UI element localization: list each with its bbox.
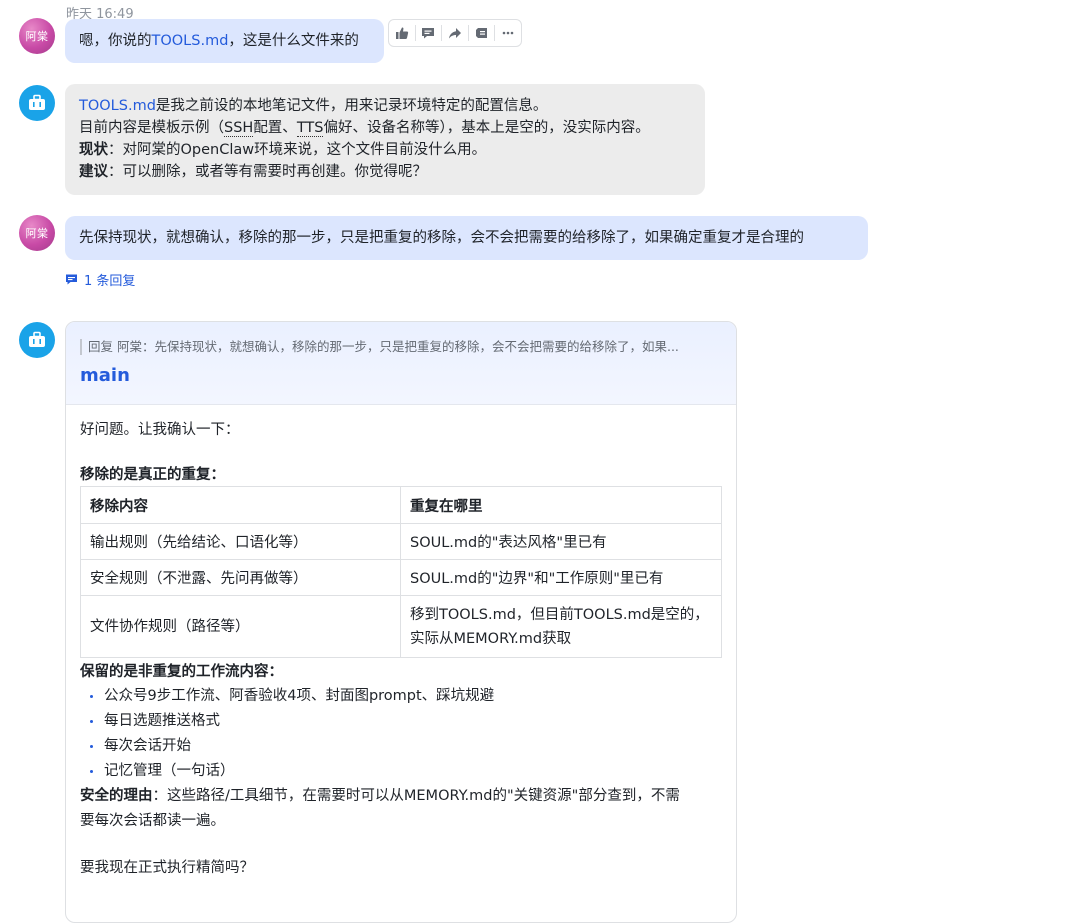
message-text: 是我之前设的本地笔记文件，用来记录环境特定的配置信息。 [155, 98, 548, 114]
tools-md-link[interactable]: TOOLS.md [152, 33, 229, 49]
message-line: TOOLS.md是我之前设的本地笔记文件，用来记录环境特定的配置信息。 [79, 95, 691, 117]
bot-icon [29, 331, 45, 347]
ssh-term[interactable]: SSH [224, 120, 254, 137]
cell-line: 移到TOOLS.md，但目前TOOLS.md是空的， [410, 606, 709, 623]
message-text: 目前内容是模板示例（ [79, 120, 224, 136]
list-item: 每次会话开始 [80, 734, 722, 759]
bot-avatar[interactable] [19, 85, 55, 121]
table-cell: 输出规则（先给结论、口语化等） [80, 523, 401, 560]
suggestion-label: 建议 [79, 164, 108, 180]
message-text: 嗯，你说的 [79, 33, 152, 49]
user-message-bubble[interactable]: 先保持现状，就想确认，移除的那一步，只是把重复的移除，会不会把需要的给移除了，如… [65, 216, 868, 260]
reply-count-link[interactable]: 1 条回复 [65, 270, 135, 289]
table-row: 安全规则（不泄露、先问再做等） SOUL.md的"边界"和"工作原则"里已有 [80, 559, 722, 596]
message-text: 配置、 [253, 120, 297, 136]
message-text: ：对阿棠的OpenClaw环境来说，这个文件目前没什么用。 [108, 142, 487, 158]
list-item: 每日选题推送格式 [80, 709, 722, 734]
status-label: 现状 [79, 142, 108, 158]
kept-list: 公众号9步工作流、阿香验收4项、封面图prompt、踩坑规避 每日选题推送格式 … [80, 684, 722, 784]
comparison-table: 移除内容 重复在哪里 输出规则（先给结论、口语化等） SOUL.md的"表达风格… [80, 486, 722, 658]
safe-reason-line: 要每次会话都读一遍。 [80, 813, 225, 829]
table-header: 移除内容 [80, 486, 401, 524]
intro-text: 好问题。让我确认一下： [80, 422, 240, 438]
table-row: 文件协作规则（路径等） 移到TOOLS.md，但目前TOOLS.md是空的， 实际… [80, 595, 722, 658]
message-line: 现状：对阿棠的OpenClaw环境来说，这个文件目前没什么用。 [79, 139, 691, 161]
safe-reason-line: 安全的理由：这些路径/工具细节，在需要时可以从MEMORY.md的"关键资源"部… [80, 784, 722, 809]
list-item: 记忆管理（一句话） [80, 759, 722, 784]
more-icon [502, 31, 514, 35]
table-cell: 移到TOOLS.md，但目前TOOLS.md是空的， 实际从MEMORY.md获取 [400, 595, 722, 658]
forward-icon [448, 28, 461, 39]
list-item: 公众号9步工作流、阿香验收4项、封面图prompt、踩坑规避 [80, 684, 722, 709]
user-avatar[interactable]: 阿棠 [19, 215, 55, 251]
message-action-bar [388, 19, 522, 47]
tools-md-link[interactable]: TOOLS.md [79, 98, 156, 114]
message-text: ：可以删除，或者等有需要时再创建。你觉得呢？ [108, 164, 427, 180]
table-header-row: 移除内容 重复在哪里 [80, 486, 722, 524]
tts-term[interactable]: TTS [296, 120, 324, 137]
reply-quote[interactable]: 回复 阿棠：先保持现状，就想确认，移除的那一步，只是把重复的移除，会不会把需要的… [80, 339, 679, 355]
card-body: 好问题。让我确认一下： 移除的是真正的重复： 移除内容 重复在哪里 输出规则（先… [80, 404, 722, 879]
safe-reason-label: 安全的理由 [80, 788, 153, 804]
reply-count-text: 1 条回复 [84, 274, 136, 289]
removed-heading: 移除的是真正的重复： [80, 467, 225, 483]
reply-icon [66, 274, 77, 285]
message-text: 先保持现状，就想确认，移除的那一步，只是把重复的移除，会不会把需要的给移除了，如… [79, 230, 804, 246]
forward-button[interactable] [442, 20, 468, 46]
thumbs-up-button[interactable] [389, 20, 415, 46]
kept-heading: 保留的是非重复的工作流内容： [80, 664, 283, 680]
user-message-bubble[interactable]: 嗯，你说的TOOLS.md，这是什么文件来的 [65, 19, 384, 63]
pin-icon [475, 28, 487, 38]
table-header: 重复在哪里 [400, 486, 722, 524]
card-title: main [80, 365, 130, 386]
pin-button[interactable] [469, 20, 495, 46]
table-cell: SOUL.md的"表达风格"里已有 [400, 523, 722, 560]
message-text: 偏好、设备名称等），基本上是空的，没实际内容。 [323, 120, 650, 136]
question-text: 要我现在正式执行精简吗？ [80, 860, 254, 876]
safe-reason-text: ：这些路径/工具细节，在需要时可以从MEMORY.md的"关键资源"部分查到，不… [152, 788, 680, 804]
more-button[interactable] [495, 20, 521, 46]
table-cell: SOUL.md的"边界"和"工作原则"里已有 [400, 559, 722, 596]
message-line: 建议：可以删除，或者等有需要时再创建。你觉得呢？ [79, 161, 691, 183]
bot-message-bubble[interactable]: TOOLS.md是我之前设的本地笔记文件，用来记录环境特定的配置信息。 目前内容… [65, 84, 705, 195]
user-avatar[interactable]: 阿棠 [19, 18, 55, 54]
comment-icon [422, 28, 435, 39]
card-header: 回复 阿棠：先保持现状，就想确认，移除的那一步，只是把重复的移除，会不会把需要的… [66, 322, 736, 405]
avatar-label: 阿棠 [25, 30, 49, 43]
bot-avatar[interactable] [19, 322, 55, 358]
table-cell: 安全规则（不泄露、先问再做等） [80, 559, 401, 596]
message-line: 目前内容是模板示例（SSH配置、TTS偏好、设备名称等），基本上是空的，没实际内… [79, 117, 691, 139]
table-row: 输出规则（先给结论、口语化等） SOUL.md的"表达风格"里已有 [80, 523, 722, 560]
message-text: ，这是什么文件来的 [228, 33, 359, 49]
avatar-label: 阿棠 [25, 227, 49, 240]
bot-icon [29, 94, 45, 110]
table-cell: 文件协作规则（路径等） [80, 595, 401, 658]
bot-reply-card[interactable]: 回复 阿棠：先保持现状，就想确认，移除的那一步，只是把重复的移除，会不会把需要的… [65, 321, 737, 923]
comment-button[interactable] [416, 20, 442, 46]
cell-line: 实际从MEMORY.md获取 [410, 630, 572, 647]
thumbs-up-icon [395, 27, 408, 39]
